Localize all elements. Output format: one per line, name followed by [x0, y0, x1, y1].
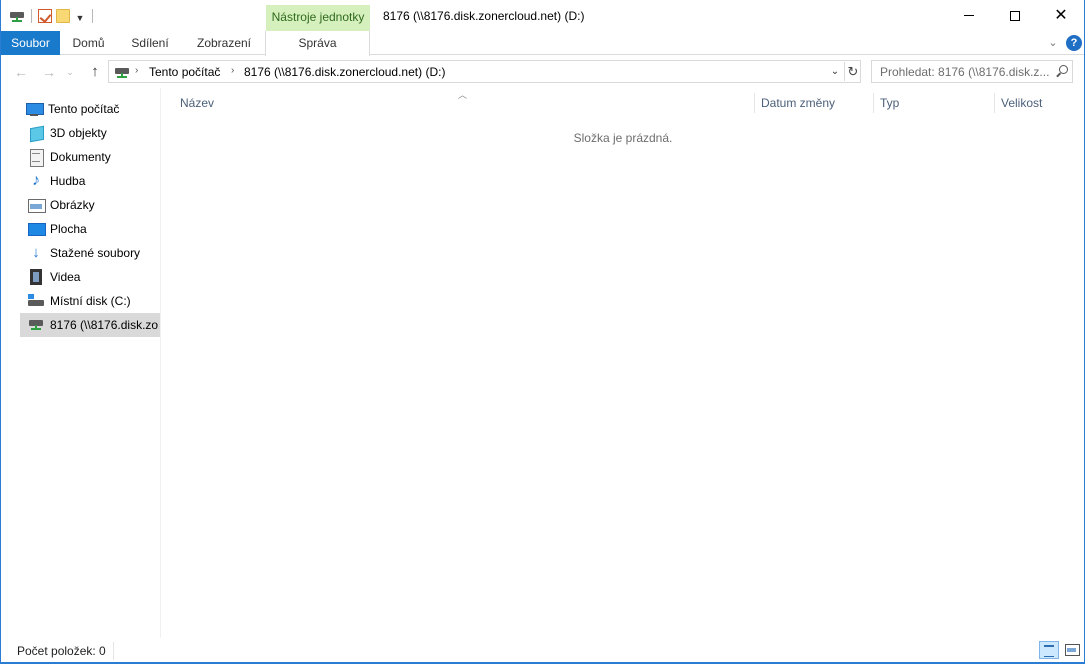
file-explorer-window: ▼ Nástroje jednotky 8176 (\\8176.disk.zo… [0, 0, 1085, 664]
maximize-button[interactable] [992, 0, 1038, 31]
column-header-type[interactable]: Typ [873, 93, 995, 113]
breadcrumb-chevron-icon[interactable]: › [231, 65, 234, 76]
tree-item-label: 3D objekty [50, 126, 107, 140]
large-icons-view-icon[interactable] [1062, 641, 1082, 659]
network-drive-icon [28, 317, 44, 333]
search-input[interactable] [872, 61, 1052, 82]
status-separator [113, 642, 114, 660]
column-header-date[interactable]: Datum změny [754, 93, 874, 113]
tab-home[interactable]: Domů [60, 31, 117, 55]
search-icon [1055, 65, 1069, 79]
status-bar: Počet položek: 0 [1, 638, 1084, 663]
customize-dropdown-icon[interactable]: ▼ [74, 9, 86, 23]
pictures-icon [28, 197, 46, 213]
documents-icon [28, 149, 44, 167]
tree-item-this-pc[interactable]: Tento počítač [19, 97, 160, 121]
close-button[interactable]: ✕ [1038, 0, 1084, 31]
navigation-pane: Tento počítač 3D objekty Dokumenty ♪ Hud… [1, 88, 161, 638]
tree-item-downloads[interactable]: ↓ Stažené soubory [20, 241, 160, 265]
tree-item-label: 8176 (\\8176.disk.zo [50, 318, 159, 332]
address-dropdown-icon[interactable]: ⌄ [828, 64, 842, 80]
tab-file[interactable]: Soubor [1, 31, 60, 55]
tab-share[interactable]: Sdílení [117, 31, 183, 55]
tree-item-local-disk[interactable]: Místní disk (C:) [20, 289, 160, 313]
title-bar: ▼ Nástroje jednotky 8176 (\\8176.disk.zo… [1, 0, 1084, 31]
chevron-down-icon[interactable]: ⌄ [1046, 36, 1060, 50]
qat-separator [92, 9, 93, 23]
item-count: Počet položek: 0 [17, 644, 106, 658]
details-view-icon[interactable] [1039, 641, 1059, 659]
tree-item-label: Dokumenty [50, 150, 111, 164]
music-icon: ♪ [32, 172, 40, 189]
up-arrow-icon[interactable]: ↑ [85, 62, 105, 82]
tab-view[interactable]: Zobrazení [183, 31, 265, 55]
search-box[interactable] [871, 60, 1073, 83]
tree-item-videos[interactable]: Videa [20, 265, 160, 289]
navigation-bar: ← → ⌄ ↑ › Tento počítač › 8176 (\\8176.d… [1, 56, 1084, 88]
window-title: 8176 (\\8176.disk.zonercloud.net) (D:) [383, 9, 585, 23]
3d-objects-icon [28, 125, 44, 141]
tree-item-pictures[interactable]: Obrázky [20, 193, 160, 217]
help-icon[interactable]: ? [1066, 35, 1082, 51]
new-folder-icon[interactable] [56, 9, 70, 23]
quick-access-toolbar: ▼ [9, 6, 95, 26]
breadcrumb-this-pc[interactable]: Tento počítač [149, 65, 220, 79]
breadcrumb-current-drive[interactable]: 8176 (\\8176.disk.zonercloud.net) (D:) [244, 65, 445, 79]
tree-item-label: Hudba [50, 174, 86, 188]
local-disk-icon [28, 293, 44, 309]
close-icon: ✕ [1054, 6, 1068, 24]
tree-item-label: Stažené soubory [50, 246, 141, 260]
tree-item-3d-objects[interactable]: 3D objekty [20, 121, 160, 145]
computer-icon [26, 101, 44, 117]
ribbon-tabs: Soubor Domů Sdílení Zobrazení Správa ⌄ ? [1, 31, 1084, 56]
tree-item-label: Místní disk (C:) [50, 294, 131, 308]
forward-arrow-icon[interactable]: → [39, 62, 59, 82]
back-arrow-icon[interactable]: ← [11, 62, 31, 82]
maximize-icon [1010, 10, 1020, 21]
breadcrumb-chevron-icon[interactable]: › [135, 65, 138, 76]
file-list[interactable]: ︿ Název Datum změny Typ Velikost Složka … [162, 88, 1084, 638]
qat-separator [31, 9, 32, 23]
column-header-name[interactable]: Název [174, 93, 754, 113]
network-drive-icon[interactable] [9, 10, 25, 22]
recent-locations-chevron-icon[interactable]: ⌄ [63, 62, 77, 82]
properties-icon[interactable] [38, 9, 52, 23]
tab-manage[interactable]: Správa [265, 31, 370, 56]
downloads-icon: ↓ [32, 244, 40, 261]
refresh-icon[interactable]: ↻ [844, 62, 861, 81]
address-bar[interactable]: › Tento počítač › 8176 (\\8176.disk.zone… [108, 60, 861, 83]
videos-icon [28, 269, 44, 285]
minimize-icon [964, 15, 974, 16]
desktop-icon [28, 221, 46, 237]
tree-item-label: Videa [50, 270, 81, 284]
tree-item-music[interactable]: ♪ Hudba [20, 169, 160, 193]
column-header-size[interactable]: Velikost [994, 93, 1074, 113]
tree-item-documents[interactable]: Dokumenty [20, 145, 160, 169]
context-group-label: Nástroje jednotky [266, 5, 370, 31]
tree-item-label: Obrázky [50, 198, 95, 212]
minimize-button[interactable] [946, 0, 992, 31]
empty-folder-message: Složka je prázdná. [573, 131, 673, 145]
tree-item-network-drive[interactable]: 8176 (\\8176.disk.zo [20, 313, 160, 337]
network-drive-icon [114, 66, 130, 78]
tree-item-desktop[interactable]: Plocha [20, 217, 160, 241]
tree-item-label: Plocha [50, 222, 87, 236]
tree-item-label: Tento počítač [48, 102, 120, 116]
